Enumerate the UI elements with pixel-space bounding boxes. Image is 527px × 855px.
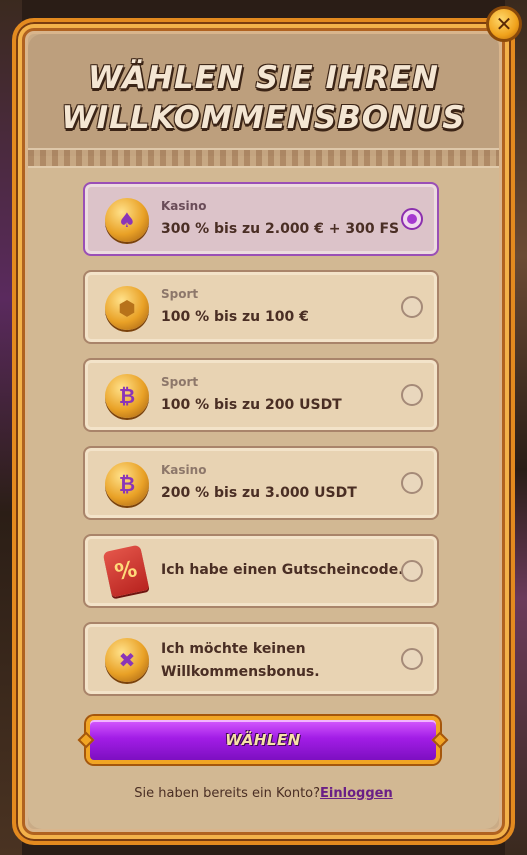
login-link[interactable]: Einloggen: [320, 786, 393, 801]
bonus-option-casino-usdt[interactable]: ₿ Kasino 200 % bis zu 3.000 USDT: [83, 446, 439, 520]
option-category: Sport: [161, 375, 199, 389]
option-category: Kasino: [161, 463, 207, 477]
bonus-option-sport-100[interactable]: ⬢ Sport 100 % bis zu 100 €: [83, 270, 439, 344]
bitcoin-coin-icon: ₿: [105, 462, 149, 506]
option-label: 300 % bis zu 2.000 € + 300 FS: [161, 221, 400, 237]
option-category: Sport: [161, 287, 199, 301]
radio-unselected[interactable]: [401, 472, 423, 494]
no-bonus-x-icon: ✖: [105, 638, 149, 682]
radio-unselected[interactable]: [401, 648, 423, 670]
option-label-line-1: Ich möchte keinen: [161, 641, 306, 657]
option-label: Ich möchte keinen Willkommensbonus.: [161, 638, 361, 684]
bonus-option-no-bonus[interactable]: ✖ Ich möchte keinen Willkommensbonus.: [83, 622, 439, 696]
option-label: 200 % bis zu 3.000 USDT: [161, 485, 357, 501]
radio-selected[interactable]: [401, 208, 423, 230]
option-label-line-2: Willkommensbonus.: [161, 664, 320, 680]
option-category: Kasino: [161, 199, 207, 213]
coupon-tag-icon: %: [102, 544, 150, 598]
ornament-divider: [28, 148, 499, 168]
close-button[interactable]: ✕: [486, 6, 522, 42]
choose-button-label: WÄHLEN: [225, 731, 301, 749]
radio-unselected[interactable]: [401, 384, 423, 406]
casino-chip-spade-icon: ♠: [105, 198, 149, 242]
title-line-2: WILLKOMMENSBONUS: [61, 100, 466, 136]
login-prompt: Sie haben bereits ein Konto?Einloggen: [0, 786, 527, 801]
option-label: 100 % bis zu 200 USDT: [161, 397, 342, 413]
option-label: 100 % bis zu 100 €: [161, 309, 309, 325]
title-band: WÄHLEN SIE IHREN WILLKOMMENSBONUS: [28, 34, 499, 156]
close-icon: ✕: [495, 12, 513, 36]
bitcoin-coin-icon: ₿: [105, 374, 149, 418]
title-line-1: WÄHLEN SIE IHREN: [88, 60, 439, 96]
choose-button[interactable]: WÄHLEN: [77, 716, 449, 764]
bonus-option-sport-usdt[interactable]: ₿ Sport 100 % bis zu 200 USDT: [83, 358, 439, 432]
option-label: Ich habe einen Gutscheincode.: [161, 562, 404, 578]
radio-unselected[interactable]: [401, 296, 423, 318]
radio-unselected[interactable]: [401, 560, 423, 582]
bonus-option-coupon[interactable]: % Ich habe einen Gutscheincode.: [83, 534, 439, 608]
football-icon: ⬢: [105, 286, 149, 330]
modal-title: WÄHLEN SIE IHREN WILLKOMMENSBONUS: [28, 58, 499, 138]
login-question: Sie haben bereits ein Konto?: [134, 786, 321, 801]
bonus-option-casino-300[interactable]: ♠ Kasino 300 % bis zu 2.000 € + 300 FS: [83, 182, 439, 256]
